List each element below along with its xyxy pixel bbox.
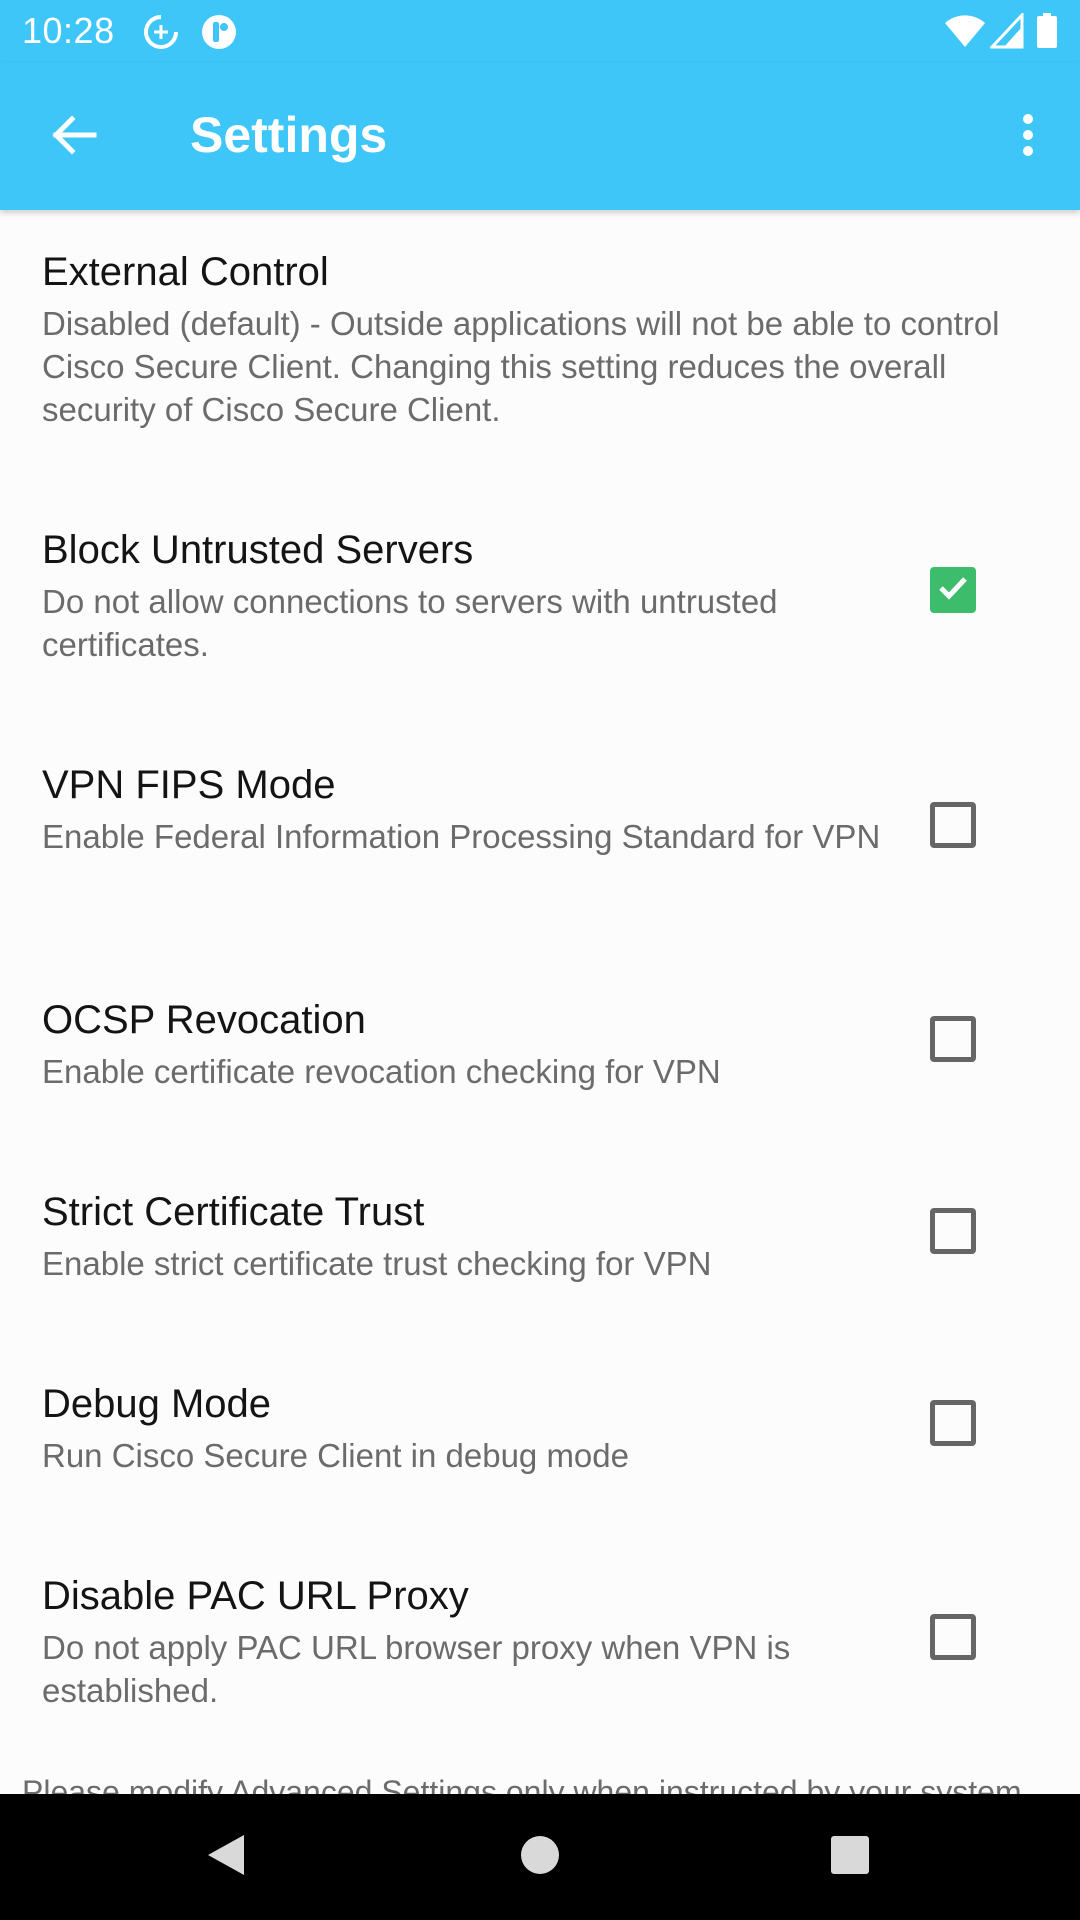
pref-summary: Disabled (default) - Outside application… [42,305,1000,428]
back-button[interactable] [30,101,118,173]
arrow-back-icon [50,111,98,164]
battery-icon [1036,13,1058,54]
pref-disable-pac-url-proxy[interactable]: Disable PAC URL Proxy Do not apply PAC U… [0,1574,1080,1714]
nav-recents-icon [829,1834,871,1881]
disable-pac-url-proxy-checkbox[interactable] [930,1614,976,1660]
pref-title: Block Untrusted Servers [42,528,474,572]
debug-mode-checkbox[interactable] [930,1400,976,1446]
pref-vpn-fips-mode[interactable]: VPN FIPS Mode Enable Federal Information… [0,763,1080,903]
pref-strict-certificate-trust[interactable]: Strict Certificate Trust Enable strict c… [0,1190,1080,1290]
block-untrusted-servers-checkbox[interactable] [930,567,976,613]
nav-back-button[interactable] [186,1824,266,1890]
pref-debug-mode[interactable]: Debug Mode Run Cisco Secure Client in de… [0,1382,1080,1482]
ocsp-revocation-checkbox[interactable] [930,1016,976,1062]
vpn-fips-mode-checkbox[interactable] [930,802,976,848]
navigation-bar [0,1794,1080,1920]
advanced-settings-note: Please modify Advanced Settings only whe… [22,1774,1022,1794]
pref-summary: Do not apply PAC URL browser proxy when … [42,1629,791,1709]
pref-title: Debug Mode [42,1382,272,1426]
pref-ocsp-revocation[interactable]: OCSP Revocation Enable certificate revoc… [0,998,1080,1098]
pref-block-untrusted-servers[interactable]: Block Untrusted Servers Do not allow con… [0,528,1080,668]
pref-summary: Do not allow connections to servers with… [42,583,778,663]
settings-list: External Control Disabled (default) - Ou… [0,210,1080,1794]
nav-recents-button[interactable] [810,1824,890,1890]
pref-summary: Enable strict certificate trust checking… [42,1245,712,1282]
pref-external-control[interactable]: External Control Disabled (default) - Ou… [0,250,1080,450]
wifi-icon [944,13,986,54]
more-vert-icon [1020,113,1036,162]
pref-summary: Enable Federal Information Processing St… [42,818,881,855]
nav-home-icon [519,1834,561,1881]
page-title: Settings [190,107,388,163]
app-bar: Settings [0,63,1080,210]
strict-certificate-trust-checkbox[interactable] [930,1208,976,1254]
nav-home-button[interactable] [500,1824,580,1890]
data-saver-icon [142,13,180,56]
checkmark-icon [936,571,970,610]
pref-title: OCSP Revocation [42,998,366,1042]
pref-title: External Control [42,250,329,294]
notification-app-icon [200,13,238,56]
pref-title: VPN FIPS Mode [42,763,336,807]
status-bar: 10:28 [0,0,1080,63]
pref-summary: Enable certificate revocation checking f… [42,1053,721,1090]
cell-signal-icon [988,11,1024,54]
status-time: 10:28 [22,10,115,51]
pref-title: Disable PAC URL Proxy [42,1574,469,1618]
pref-summary: Run Cisco Secure Client in debug mode [42,1437,629,1474]
nav-back-icon [204,1831,248,1884]
pref-title: Strict Certificate Trust [42,1190,425,1234]
overflow-menu-button[interactable] [992,101,1064,173]
